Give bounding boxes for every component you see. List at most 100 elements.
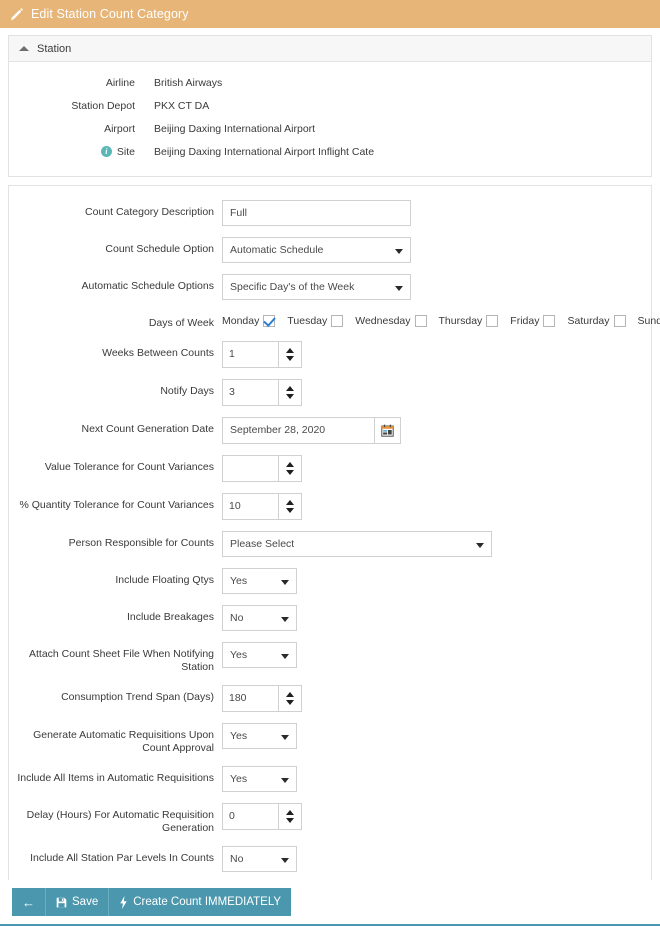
station-row-label: Station Depot xyxy=(71,99,135,112)
stepper-buttons[interactable] xyxy=(278,803,302,830)
value-tolerance-input[interactable] xyxy=(222,455,278,482)
day-saturday-checkbox[interactable] xyxy=(613,315,626,327)
info-icon[interactable]: i xyxy=(100,146,112,157)
field-count-schedule-option: Count Schedule Option Automatic Schedule xyxy=(9,237,651,263)
chevron-down-icon xyxy=(281,778,289,783)
include-all-par-levels-select[interactable]: No xyxy=(222,846,297,872)
count-category-description-input[interactable]: Full xyxy=(222,200,411,226)
attach-count-sheet-select[interactable]: Yes xyxy=(222,642,297,668)
weeks-between-counts-input[interactable]: 1 xyxy=(222,341,278,368)
consumption-trend-span-stepper[interactable]: 180 xyxy=(222,685,302,712)
station-row-airport: Airport Beijing Daxing International Air… xyxy=(9,118,651,139)
day-wednesday[interactable]: Wednesday xyxy=(355,315,427,327)
stepper-up-icon[interactable] xyxy=(286,462,294,467)
day-monday-checkbox[interactable] xyxy=(263,315,276,327)
floppy-disk-icon xyxy=(56,897,67,908)
day-sunday[interactable]: Sunday xyxy=(638,315,660,327)
day-label: Sunday xyxy=(637,315,660,327)
field-control: Yes xyxy=(214,568,297,594)
delay-hours-input[interactable]: 0 xyxy=(222,803,278,830)
chevron-up-icon[interactable] xyxy=(19,46,29,51)
day-thursday-checkbox[interactable] xyxy=(486,315,499,327)
day-friday[interactable]: Friday xyxy=(510,315,556,327)
field-label: Person Responsible for Counts xyxy=(68,537,214,549)
chevron-down-icon xyxy=(395,249,403,254)
include-breakages-select[interactable]: No xyxy=(222,605,297,631)
weeks-between-counts-stepper[interactable]: 1 xyxy=(222,341,302,368)
day-label: Wednesday xyxy=(355,315,411,327)
day-tuesday-checkbox[interactable] xyxy=(331,315,344,327)
field-control: Yes xyxy=(214,642,297,668)
field-attach-count-sheet: Attach Count Sheet File When Notifying S… xyxy=(9,642,651,674)
field-control: No xyxy=(214,846,297,872)
chevron-down-icon xyxy=(281,858,289,863)
stepper-buttons[interactable] xyxy=(278,341,302,368)
person-responsible-select[interactable]: Please Select xyxy=(222,531,492,557)
stepper-down-icon[interactable] xyxy=(286,508,294,513)
stepper-buttons[interactable] xyxy=(278,685,302,712)
station-panel-header[interactable]: Station xyxy=(9,36,651,62)
automatic-schedule-options-select[interactable]: Specific Day's of the Week xyxy=(222,274,411,300)
day-monday[interactable]: Monday xyxy=(222,315,276,327)
select-value: No xyxy=(230,612,244,624)
stepper-buttons[interactable] xyxy=(278,493,302,520)
include-all-items-select[interactable]: Yes xyxy=(222,766,297,792)
stepper-down-icon[interactable] xyxy=(286,394,294,399)
field-next-count-generation-date: Next Count Generation Date September 28,… xyxy=(9,417,651,444)
stepper-up-icon[interactable] xyxy=(286,692,294,697)
day-thursday[interactable]: Thursday xyxy=(439,315,499,327)
field-control: 1 xyxy=(214,341,302,368)
stepper-up-icon[interactable] xyxy=(286,810,294,815)
include-floating-qtys-select[interactable]: Yes xyxy=(222,568,297,594)
day-saturday[interactable]: Saturday xyxy=(567,315,626,327)
calendar-icon xyxy=(381,424,394,437)
delay-hours-stepper[interactable]: 0 xyxy=(222,803,302,830)
generate-auto-requisitions-select[interactable]: Yes xyxy=(222,723,297,749)
notify-days-input[interactable]: 3 xyxy=(222,379,278,406)
stepper-down-icon[interactable] xyxy=(286,356,294,361)
consumption-trend-span-input[interactable]: 180 xyxy=(222,685,278,712)
stepper-up-icon[interactable] xyxy=(286,386,294,391)
back-button[interactable]: ← xyxy=(12,888,46,916)
chevron-down-icon xyxy=(281,654,289,659)
calendar-button[interactable] xyxy=(374,417,401,444)
page-titlebar: Edit Station Count Category xyxy=(0,0,660,28)
field-automatic-schedule-options: Automatic Schedule Options Specific Day'… xyxy=(9,274,651,300)
stepper-down-icon[interactable] xyxy=(286,470,294,475)
station-row-value: PKX CT DA xyxy=(154,99,210,112)
stepper-down-icon[interactable] xyxy=(286,818,294,823)
stepper-down-icon[interactable] xyxy=(286,700,294,705)
field-label: Include All Station Par Levels In Counts xyxy=(30,852,214,864)
day-label: Saturday xyxy=(567,315,610,327)
save-button[interactable]: Save xyxy=(46,888,110,916)
day-label: Friday xyxy=(510,315,540,327)
select-value: Automatic Schedule xyxy=(230,244,324,256)
station-panel-body: Airline British Airways Station Depot PK… xyxy=(9,62,651,176)
count-schedule-option-select[interactable]: Automatic Schedule xyxy=(222,237,411,263)
stepper-up-icon[interactable] xyxy=(286,348,294,353)
day-friday-checkbox[interactable] xyxy=(543,315,556,327)
stepper-buttons[interactable] xyxy=(278,455,302,482)
field-label: % Quantity Tolerance for Count Variances xyxy=(19,499,214,511)
day-wednesday-checkbox[interactable] xyxy=(414,315,427,327)
field-include-breakages: Include Breakages No xyxy=(9,605,651,631)
field-label: Include All Items in Automatic Requisiti… xyxy=(17,772,214,784)
next-count-generation-date-input[interactable]: September 28, 2020 xyxy=(222,417,374,444)
value-tolerance-stepper[interactable] xyxy=(222,455,302,482)
station-row-label-text: Site xyxy=(116,145,135,158)
field-label: Automatic Schedule Options xyxy=(81,280,215,292)
station-panel-title: Station xyxy=(37,42,72,55)
station-row-label: Airport xyxy=(104,122,135,135)
quantity-tolerance-stepper[interactable]: 10 xyxy=(222,493,302,520)
station-panel: Station Airline British Airways Station … xyxy=(8,35,652,177)
quantity-tolerance-input[interactable]: 10 xyxy=(222,493,278,520)
day-tuesday[interactable]: Tuesday xyxy=(287,315,344,327)
create-count-immediately-button[interactable]: Create Count IMMEDIATELY xyxy=(109,888,292,916)
save-button-label: Save xyxy=(72,896,99,908)
next-count-generation-date-picker[interactable]: September 28, 2020 xyxy=(222,417,401,444)
notify-days-stepper[interactable]: 3 xyxy=(222,379,302,406)
stepper-buttons[interactable] xyxy=(278,379,302,406)
stepper-up-icon[interactable] xyxy=(286,500,294,505)
create-count-button-label: Create Count IMMEDIATELY xyxy=(133,896,282,908)
field-label: Include Breakages xyxy=(127,611,214,623)
